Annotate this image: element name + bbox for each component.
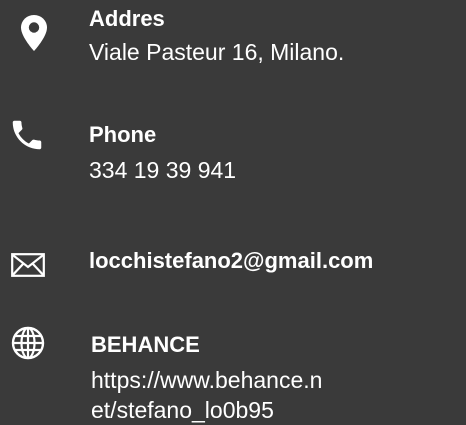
contact-behance: BEHANCE https://www.behance.n et/stefano…	[0, 320, 466, 425]
globe-icon	[11, 326, 45, 360]
contact-email: locchistefano2@gmail.com	[0, 240, 466, 290]
behance-link-line1[interactable]: https://www.behance.n	[91, 366, 322, 394]
envelope-icon	[11, 253, 45, 277]
phone-icon	[12, 120, 42, 150]
email-link[interactable]: locchistefano2@gmail.com	[89, 248, 373, 274]
behance-link-line2[interactable]: et/stefano_lo0b95	[91, 396, 274, 424]
contact-phone: Phone 334 19 39 941	[0, 110, 466, 200]
phone-label: Phone	[89, 122, 157, 147]
behance-label: BEHANCE	[91, 332, 200, 357]
address-value: Viale Pasteur 16, Milano.	[89, 39, 345, 65]
map-pin-icon	[21, 15, 47, 51]
phone-value: 334 19 39 941	[89, 157, 237, 183]
address-label: Addres	[89, 6, 165, 31]
contact-address: Addres Viale Pasteur 16, Milano.	[0, 0, 466, 90]
